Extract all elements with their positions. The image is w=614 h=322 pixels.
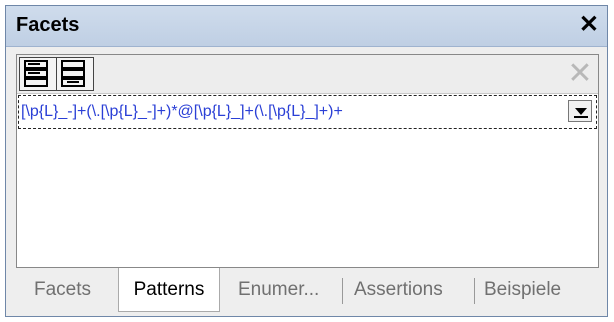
close-icon[interactable]: ✕ <box>579 11 599 39</box>
panel-title: Facets <box>16 14 80 36</box>
tab-bar: Facets Patterns Enumer... Assertions Bei… <box>16 268 599 314</box>
pattern-row[interactable]: [\p{L}_-]+(\.[\p{L}_-]+)*@[\p{L}_]+(\.[\… <box>18 95 597 129</box>
tab-facets[interactable]: Facets <box>34 270 91 310</box>
patterns-list: ✕ [\p{L}_-]+(\.[\p{L}_-]+)*@[\p{L}_]+(\.… <box>16 54 599 268</box>
tab-enumerations[interactable]: Enumer... <box>238 270 319 310</box>
pattern-value[interactable]: [\p{L}_-]+(\.[\p{L}_-]+)*@[\p{L}_]+(\.[\… <box>21 103 343 121</box>
tab-assertions[interactable]: Assertions <box>354 270 443 310</box>
facets-panel: Facets ✕ ✕ [\p{L}_-]+(\.[\p{L}_-]+)*@[\p… <box>5 5 608 317</box>
tab-beispiele[interactable]: Beispiele <box>484 270 561 310</box>
tab-patterns[interactable]: Patterns <box>118 268 220 312</box>
chevron-down-icon[interactable] <box>568 100 592 122</box>
panel-titlebar: Facets ✕ <box>6 6 607 47</box>
insert-row-icon <box>61 60 85 87</box>
append-pattern-button[interactable] <box>19 57 57 91</box>
tab-separator <box>474 278 475 304</box>
delete-pattern-icon[interactable]: ✕ <box>566 59 594 89</box>
toolbar: ✕ <box>17 55 598 94</box>
tab-separator <box>342 278 343 304</box>
insert-pattern-button[interactable] <box>56 57 94 91</box>
append-row-icon <box>24 60 48 87</box>
